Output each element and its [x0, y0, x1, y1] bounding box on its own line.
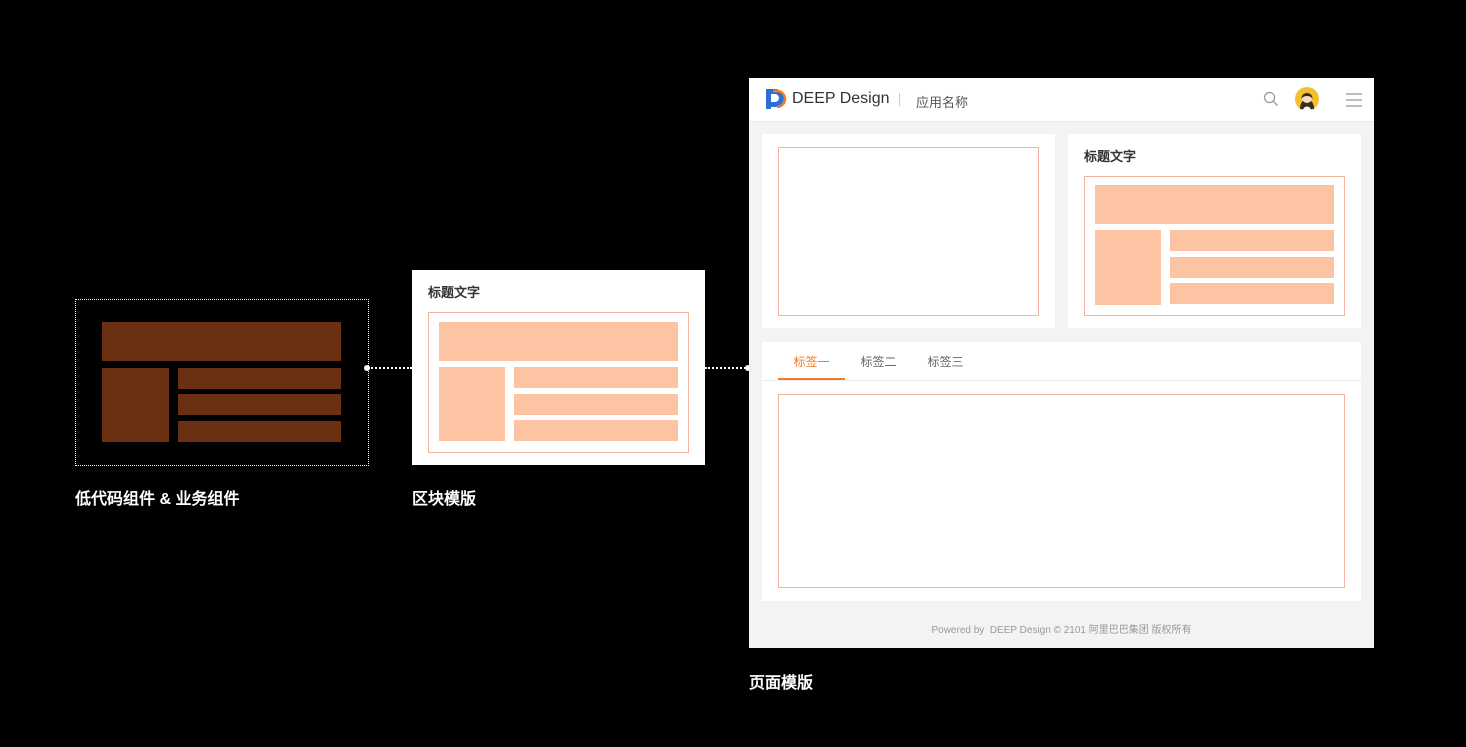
page-header: DEEP Design 应用名称 [749, 78, 1374, 122]
left-card-frame [778, 147, 1039, 316]
right-card-header-bar [1095, 185, 1334, 224]
block-title: 标题文字 [428, 285, 481, 300]
block-row-1 [514, 367, 678, 388]
menu-icon[interactable] [1346, 93, 1362, 107]
right-card-row-3 [1170, 283, 1334, 304]
connector-2 [705, 367, 749, 369]
component-row-1 [178, 368, 341, 389]
tab-3[interactable]: 标签三 [912, 342, 979, 380]
tab-1[interactable]: 标签一 [778, 342, 845, 380]
block-side-block [439, 367, 505, 441]
component-row-2 [178, 394, 341, 415]
component-caption: 低代码组件 & 业务组件 [75, 491, 240, 508]
block-inner-frame [428, 312, 689, 453]
page-caption: 页面模版 [749, 675, 814, 692]
block-caption: 区块模版 [412, 491, 477, 508]
header-divider [899, 93, 900, 106]
block-row-3 [514, 420, 678, 441]
avatar[interactable] [1295, 87, 1319, 111]
block-template-card: 标题文字 [412, 270, 705, 465]
block-header-bar [439, 322, 678, 361]
component-frame [75, 299, 369, 466]
connector-1-dot [364, 365, 370, 371]
component-header-bar [102, 322, 341, 361]
tab-bar: 标签一 标签二 标签三 [762, 342, 1361, 381]
tab-content-frame [778, 394, 1345, 588]
tab-2[interactable]: 标签二 [845, 342, 912, 380]
right-card-row-2 [1170, 257, 1334, 278]
right-card: 标题文字 [1068, 134, 1361, 328]
app-name: 应用名称 [916, 95, 969, 110]
tab-card: 标签一 标签二 标签三 [762, 342, 1361, 601]
component-side-block [102, 368, 169, 442]
right-card-frame [1084, 176, 1345, 316]
logo-icon[interactable] [764, 87, 788, 111]
page-footer: Powered by DEEP Design © 2101 阿里巴巴集团 版权所… [931, 625, 1192, 636]
connector-1 [368, 367, 412, 369]
left-card [762, 134, 1055, 328]
search-icon[interactable] [1263, 91, 1279, 107]
block-row-2 [514, 394, 678, 415]
page-template: DEEP Design 应用名称 标题文字 标签一 标签二 标签三 Powere… [749, 78, 1374, 648]
right-card-side-block [1095, 230, 1161, 305]
component-row-3 [178, 421, 341, 442]
right-card-row-1 [1170, 230, 1334, 251]
brand-name[interactable]: DEEP Design [792, 90, 890, 108]
right-card-title: 标题文字 [1084, 149, 1137, 164]
